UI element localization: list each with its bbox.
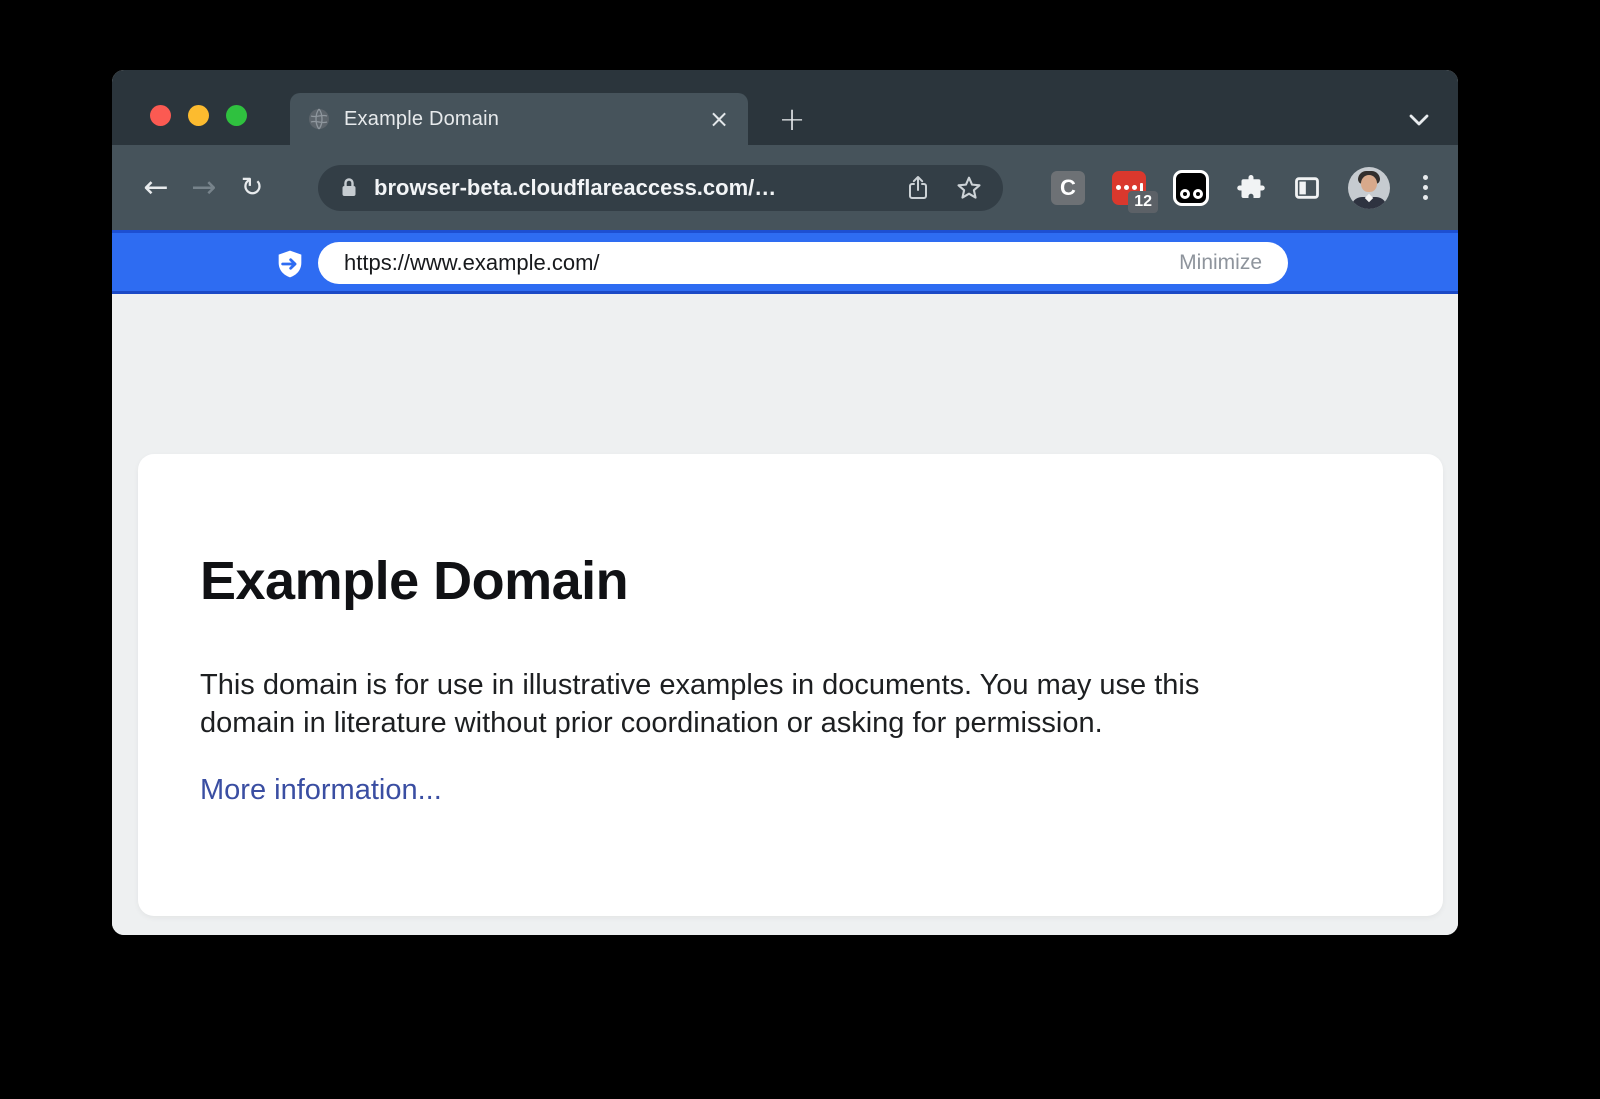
extensions-puzzle-icon[interactable] [1236, 173, 1266, 203]
chevron-down-icon[interactable] [1406, 109, 1432, 131]
profile-avatar[interactable] [1348, 167, 1390, 209]
minimize-button[interactable]: Minimize [1179, 251, 1262, 275]
shield-arrow-icon [273, 247, 307, 281]
share-icon[interactable] [905, 174, 931, 202]
tab-strip: Example Domain × + [112, 70, 1458, 145]
lock-icon [338, 176, 360, 200]
forward-button[interactable]: → [180, 164, 228, 212]
close-window-button[interactable] [150, 105, 171, 126]
body-line-2: domain in literature without prior coord… [200, 704, 1199, 742]
new-tab-button[interactable]: + [772, 99, 812, 139]
password-manager-extension-icon[interactable]: 12 [1112, 171, 1146, 205]
back-button[interactable]: ← [132, 164, 180, 212]
remote-url-field: Minimize [318, 242, 1288, 284]
side-panel-icon[interactable] [1293, 174, 1321, 202]
window-controls [150, 105, 247, 126]
page-title: Example Domain [200, 554, 628, 608]
extensions-row: C 12 [1051, 167, 1434, 209]
browser-menu-icon[interactable] [1417, 169, 1434, 206]
extension-c-icon[interactable]: C [1051, 171, 1085, 205]
tab-title: Example Domain [344, 108, 704, 131]
extension-badge-count: 12 [1128, 191, 1158, 213]
address-bar-url: browser-beta.cloudflareaccess.com/… [374, 175, 905, 201]
more-information-link[interactable]: More information... [200, 774, 442, 807]
tab-example-domain[interactable]: Example Domain × [290, 93, 748, 145]
page-body-text: This domain is for use in illustrative e… [200, 666, 1199, 742]
zoom-window-button[interactable] [226, 105, 247, 126]
isolation-url-bar: Minimize [112, 230, 1458, 294]
example-domain-card: Example Domain This domain is for use in… [138, 454, 1443, 916]
minimize-window-button[interactable] [188, 105, 209, 126]
body-line-1: This domain is for use in illustrative e… [200, 666, 1199, 704]
avatar-face [1361, 175, 1377, 192]
tab-close-icon[interactable]: × [704, 104, 734, 134]
address-bar[interactable]: browser-beta.cloudflareaccess.com/… [318, 165, 1003, 211]
browser-toolbar: ← → ↻ browser-beta.cloudflareaccess.com/… [112, 145, 1458, 230]
remote-url-input[interactable] [344, 250, 1179, 276]
reload-button[interactable]: ↻ [228, 164, 276, 212]
bookmark-star-icon[interactable] [955, 174, 983, 202]
page-viewport: Example Domain This domain is for use in… [112, 294, 1458, 935]
goggles-extension-icon[interactable] [1173, 170, 1209, 206]
globe-favicon-icon [308, 108, 330, 130]
browser-window: Example Domain × + ← → ↻ browser-beta.cl… [112, 70, 1458, 935]
